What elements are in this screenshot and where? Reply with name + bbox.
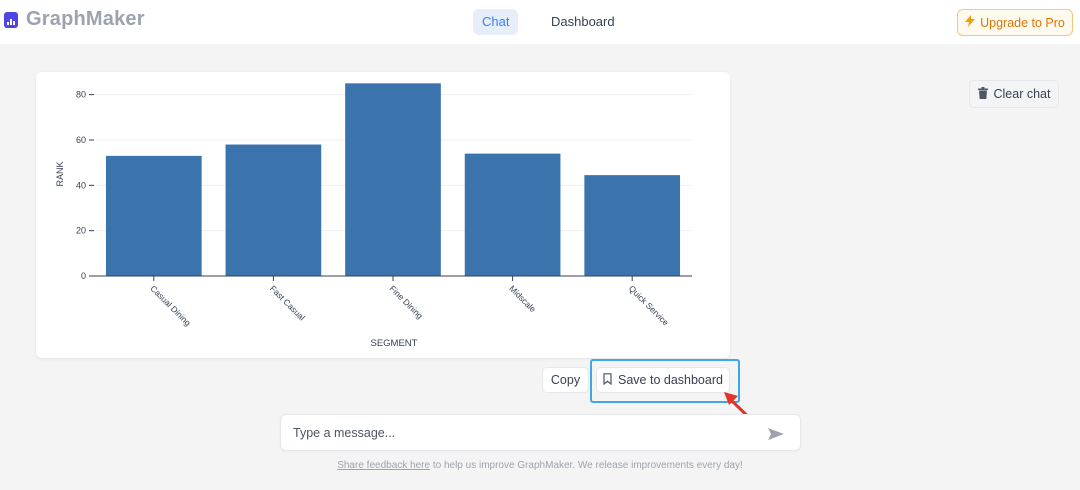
feedback-link[interactable]: Share feedback here: [337, 460, 430, 471]
x-axis-label: SEGMENT: [371, 338, 418, 349]
footer-text: to help us improve GraphMaker. We releas…: [430, 460, 743, 471]
y-tick-label: 20: [76, 226, 86, 236]
y-tick-label: 80: [76, 90, 86, 100]
graphmaker-logo-icon: [4, 11, 18, 28]
footer-note: Share feedback here to help us improve G…: [0, 460, 1080, 471]
upgrade-button[interactable]: Upgrade to Pro: [957, 9, 1073, 36]
bar-fast-casual[interactable]: [225, 144, 322, 276]
bar-chart: 0 20 40 60 80 Casual Dining Fast Casual Fine Di…: [55, 83, 692, 349]
chart-card: 0 20 40 60 80 Casual Dining Fast Casual Fine Di…: [36, 72, 730, 358]
message-input[interactable]: [293, 423, 753, 443]
upgrade-label: Upgrade to Pro: [980, 15, 1065, 30]
x-tick-label: Fine Dining: [388, 283, 426, 321]
bar-midscale[interactable]: [464, 153, 561, 276]
clear-chat-label: Clear chat: [993, 87, 1051, 101]
trash-icon: [977, 86, 988, 102]
x-tick-label: Casual Dining: [148, 283, 193, 328]
tab-dashboard[interactable]: Dashboard: [542, 9, 624, 35]
y-tick-label: 60: [76, 135, 86, 145]
x-tick-label: Fast Casual: [268, 283, 307, 322]
y-tick-label: 40: [76, 180, 86, 190]
bookmark-icon: [603, 372, 612, 388]
lightning-icon: [965, 15, 976, 30]
x-tick-label: Midscale: [507, 283, 538, 314]
bar-fine-dining[interactable]: [345, 83, 441, 276]
save-to-dashboard-label: Save to dashboard: [618, 373, 723, 387]
app-name: GraphMaker: [26, 8, 145, 30]
brand[interactable]: GraphMaker: [4, 8, 145, 31]
y-axis-label: RANK: [55, 161, 65, 186]
y-tick-label: 0: [81, 271, 86, 281]
top-bar: GraphMaker Chat Dashboard Upgrade to Pro: [0, 0, 1080, 44]
tab-chat[interactable]: Chat: [473, 9, 519, 35]
x-tick-label: Quick Service: [627, 283, 671, 327]
bar-casual-dining[interactable]: [105, 155, 202, 276]
clear-chat-button[interactable]: Clear chat: [969, 80, 1059, 108]
message-composer: [280, 414, 801, 451]
save-to-dashboard-button[interactable]: Save to dashboard: [596, 367, 730, 393]
copy-button[interactable]: Copy: [542, 367, 589, 393]
copy-label: Copy: [550, 373, 581, 387]
bar-quick-service[interactable]: [584, 175, 681, 276]
send-icon[interactable]: [767, 425, 785, 443]
